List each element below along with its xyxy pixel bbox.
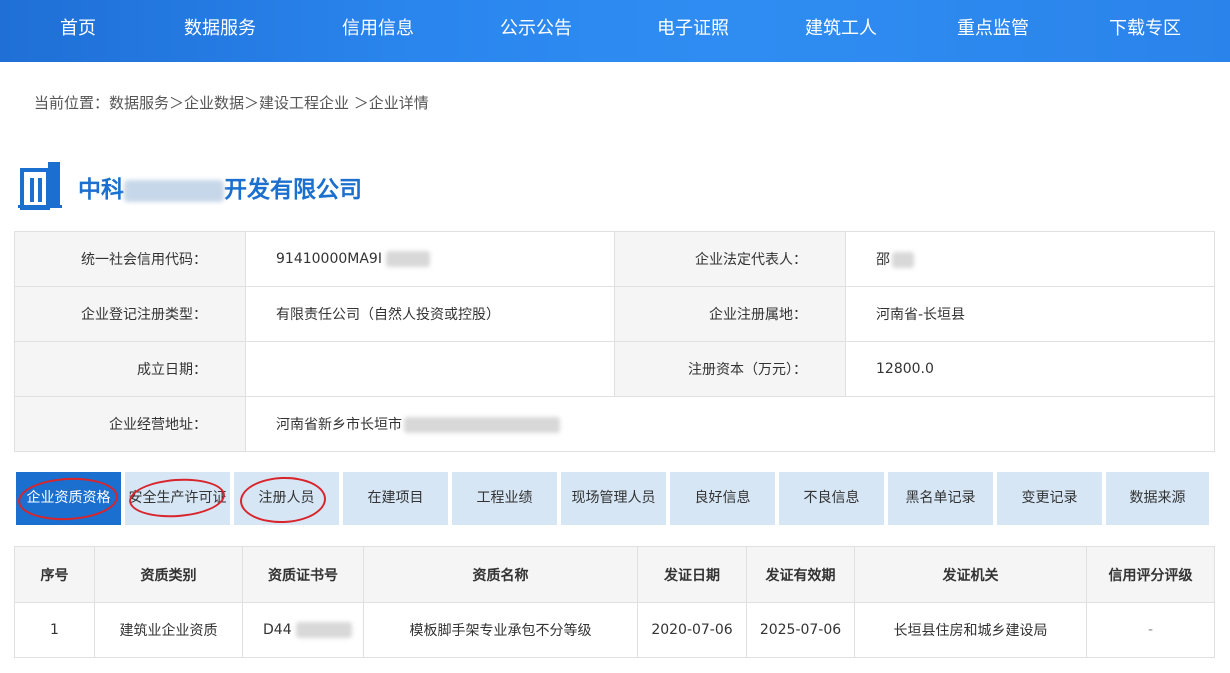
tab-registered-personnel[interactable]: 注册人员 bbox=[234, 472, 339, 525]
column-header: 发证机关 bbox=[854, 546, 1087, 603]
column-header: 资质名称 bbox=[363, 546, 638, 603]
table-row: 1 建筑业企业资质 D44 模板脚手架专业承包不分等级 2020-07-06 2… bbox=[14, 602, 1215, 658]
redacted-text bbox=[124, 179, 224, 202]
cell-expiry-date: 2025-07-06 bbox=[746, 602, 855, 658]
table-row: 统一社会信用代码： 91410000MA9I 企业法定代表人： 邵 bbox=[14, 231, 1215, 287]
founded-label: 成立日期： bbox=[14, 341, 246, 397]
reg-type-value: 有限责任公司（自然人投资或控股） bbox=[245, 286, 615, 342]
column-header: 资质类别 bbox=[94, 546, 243, 603]
column-header: 资质证书号 bbox=[242, 546, 364, 603]
credit-code-value: 91410000MA9I bbox=[276, 251, 382, 267]
nav-item-home[interactable]: 首页 bbox=[40, 0, 116, 62]
company-info-table: 统一社会信用代码： 91410000MA9I 企业法定代表人： 邵 企业登记注册… bbox=[14, 231, 1215, 452]
building-icon bbox=[18, 162, 62, 210]
tab-site-managers[interactable]: 现场管理人员 bbox=[561, 472, 666, 525]
capital-value: 12800.0 bbox=[845, 341, 1215, 397]
cell-issuing-authority: 长垣县住房和城乡建设局 bbox=[854, 602, 1087, 658]
tab-bad-records[interactable]: 不良信息 bbox=[779, 472, 884, 525]
founded-value bbox=[245, 341, 615, 397]
nav-item-construction-workers[interactable]: 建筑工人 bbox=[797, 0, 885, 62]
credit-code-label: 统一社会信用代码： bbox=[14, 231, 246, 287]
redacted-text bbox=[385, 251, 430, 267]
cell-category: 建筑业企业资质 bbox=[94, 602, 243, 658]
address-cell: 河南省新乡市长垣市 bbox=[245, 396, 1215, 452]
cert-number-value: D44 bbox=[263, 622, 292, 638]
qualification-table: 序号 资质类别 资质证书号 资质名称 发证日期 发证有效期 发证机关 信用评分评… bbox=[14, 546, 1215, 658]
redacted-text bbox=[295, 622, 352, 638]
cell-index: 1 bbox=[14, 602, 95, 658]
top-nav: 首页 数据服务 信用信息 公示公告 电子证照 建筑工人 重点监管 下载专区 bbox=[0, 0, 1230, 62]
address-label: 企业经营地址： bbox=[14, 396, 246, 452]
table-row: 企业登记注册类型： 有限责任公司（自然人投资或控股） 企业注册属地： 河南省-长… bbox=[14, 286, 1215, 342]
tab-data-source[interactable]: 数据来源 bbox=[1106, 472, 1209, 525]
nav-item-key-supervision[interactable]: 重点监管 bbox=[949, 0, 1037, 62]
table-row: 成立日期： 注册资本（万元）： 12800.0 bbox=[14, 341, 1215, 397]
nav-item-credit-info[interactable]: 信用信息 bbox=[334, 0, 422, 62]
breadcrumb: 当前位置：数据服务＞企业数据＞建设工程企业 ＞企业详情 bbox=[34, 94, 429, 112]
credit-code-cell: 91410000MA9I bbox=[245, 231, 615, 287]
tab-blacklist[interactable]: 黑名单记录 bbox=[888, 472, 993, 525]
reg-type-label: 企业登记注册类型： bbox=[14, 286, 246, 342]
nav-item-announcements[interactable]: 公示公告 bbox=[492, 0, 580, 62]
column-header: 发证日期 bbox=[637, 546, 747, 603]
tab-ongoing-projects[interactable]: 在建项目 bbox=[343, 472, 448, 525]
tab-good-records[interactable]: 良好信息 bbox=[670, 472, 775, 525]
address-value: 河南省新乡市长垣市 bbox=[276, 417, 402, 433]
column-header: 信用评分评级 bbox=[1086, 546, 1215, 603]
tab-safety-license[interactable]: 安全生产许可证 bbox=[125, 472, 230, 525]
nav-item-downloads[interactable]: 下载专区 bbox=[1101, 0, 1189, 62]
column-header: 序号 bbox=[14, 546, 95, 603]
legal-rep-label: 企业法定代表人： bbox=[614, 231, 846, 287]
company-name-suffix: 开发有限公司 bbox=[224, 177, 362, 203]
company-name-prefix: 中科 bbox=[78, 177, 124, 203]
cell-cert-number: D44 bbox=[242, 602, 364, 658]
table-row: 企业经营地址： 河南省新乡市长垣市 bbox=[14, 396, 1215, 452]
cell-qualification-name: 模板脚手架专业承包不分等级 bbox=[363, 602, 638, 658]
legal-rep-value: 邵 bbox=[876, 252, 890, 268]
nav-item-e-certificates[interactable]: 电子证照 bbox=[649, 0, 737, 62]
table-header-row: 序号 资质类别 资质证书号 资质名称 发证日期 发证有效期 发证机关 信用评分评… bbox=[14, 546, 1215, 603]
tab-project-performance[interactable]: 工程业绩 bbox=[452, 472, 557, 525]
reg-location-label: 企业注册属地： bbox=[614, 286, 846, 342]
nav-item-data-services[interactable]: 数据服务 bbox=[176, 0, 264, 62]
cell-credit-rating: - bbox=[1086, 602, 1215, 658]
legal-rep-cell: 邵 bbox=[845, 231, 1215, 287]
reg-location-value: 河南省-长垣县 bbox=[845, 286, 1215, 342]
tab-qualifications[interactable]: 企业资质资格 bbox=[16, 472, 121, 525]
column-header: 发证有效期 bbox=[746, 546, 855, 603]
redacted-text bbox=[404, 417, 560, 433]
cell-issue-date: 2020-07-06 bbox=[637, 602, 747, 658]
company-name: 中科 开发有限公司 bbox=[78, 170, 362, 204]
tab-change-history[interactable]: 变更记录 bbox=[997, 472, 1102, 525]
capital-label: 注册资本（万元）： bbox=[614, 341, 846, 397]
redacted-text bbox=[892, 252, 914, 268]
